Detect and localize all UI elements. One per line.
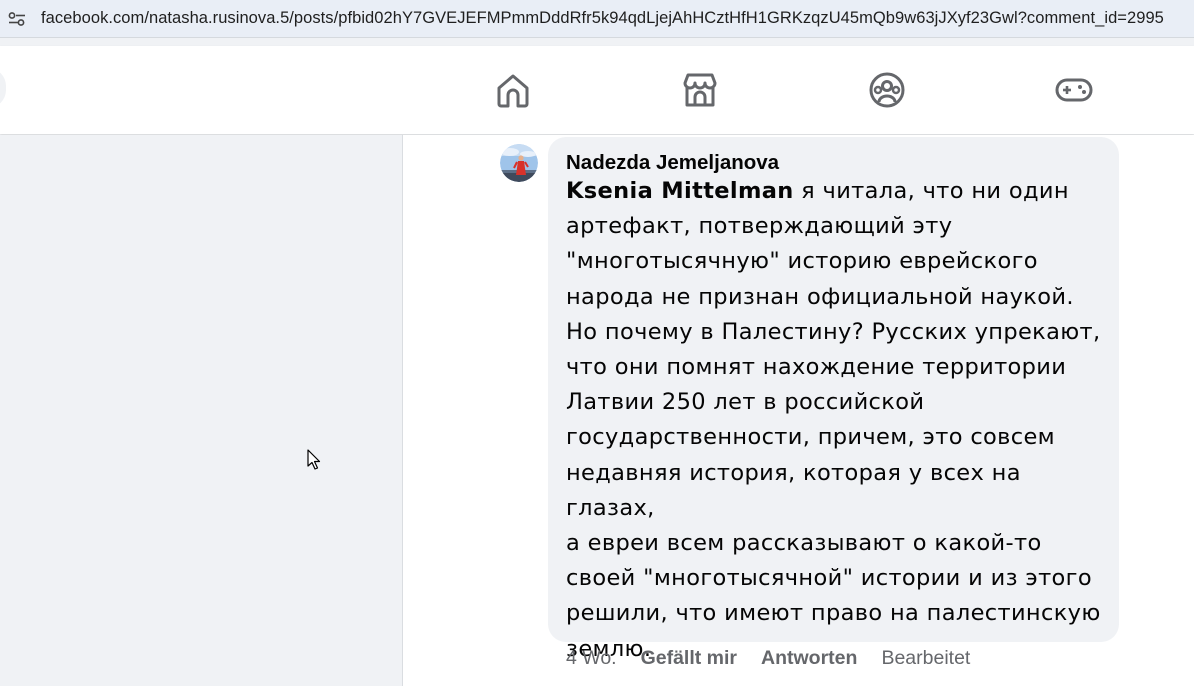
comment-line: народа не признан официальной наукой. [566, 283, 1074, 310]
comment-line: артефакт, потверждающий эту [566, 213, 953, 240]
comment-bubble: Nadezda Jemeljanova Ksenia Mittelman я ч… [548, 137, 1119, 662]
top-navigation [0, 46, 1194, 134]
left-panel [0, 135, 403, 686]
avatar[interactable] [500, 144, 538, 182]
comment-line: своей "многотысячной" истории и из этого [566, 565, 1092, 592]
comment-line: решили, что имеют право на палестинскую [566, 600, 1101, 627]
comment-actions: 4 Wo. Gefällt mir Antworten Bearbeitet [566, 646, 994, 670]
comment-line: что они помнят нахождение территории [566, 354, 1067, 381]
comment-line: Латвии 250 лет в российской [566, 389, 925, 416]
comment-author[interactable]: Nadezda Jemeljanova [566, 151, 779, 175]
site-settings-icon[interactable] [2, 0, 32, 38]
comment-line: недавняя история, которая у всех на глаз… [566, 459, 1021, 521]
url-text[interactable]: facebook.com/natasha.rusinova.5/posts/pf… [41, 9, 1164, 28]
comment-timestamp[interactable]: 4 Wo. [566, 647, 617, 670]
comment-text: Ksenia Mittelman я читала, что ни один ар… [566, 174, 1114, 667]
mouse-cursor-icon [307, 449, 321, 475]
reply-button[interactable]: Antworten [761, 647, 857, 670]
marketplace-icon[interactable] [676, 66, 724, 114]
comment-line: я читала, что ни один [793, 178, 1069, 204]
url-path: /natasha.rusinova.5/posts/pfbid02hY7GVEJ… [144, 9, 1164, 27]
comment-line: "многотысячную" историю еврейского [566, 248, 1038, 275]
search-button[interactable] [0, 68, 6, 108]
like-button[interactable]: Gefällt mir [641, 647, 737, 670]
gaming-icon[interactable] [1050, 66, 1098, 114]
comment-thread: Nadezda Jemeljanova Ksenia Mittelman я ч… [403, 135, 1194, 686]
comment-line: Но почему в Палестину? Русских упрекают, [566, 318, 1101, 345]
comment-line: а евреи всем рассказывают о какой-то [566, 530, 1042, 557]
edited-label: Bearbeitet [881, 646, 971, 669]
url-host: facebook.com [41, 9, 145, 27]
groups-icon[interactable] [863, 66, 911, 114]
browser-address-bar[interactable]: facebook.com/natasha.rusinova.5/posts/pf… [0, 0, 1194, 38]
mention-link[interactable]: Ksenia Mittelman [566, 178, 794, 204]
comment-line: государственности, причем, это совсем [566, 424, 1056, 451]
home-icon[interactable] [489, 66, 537, 114]
